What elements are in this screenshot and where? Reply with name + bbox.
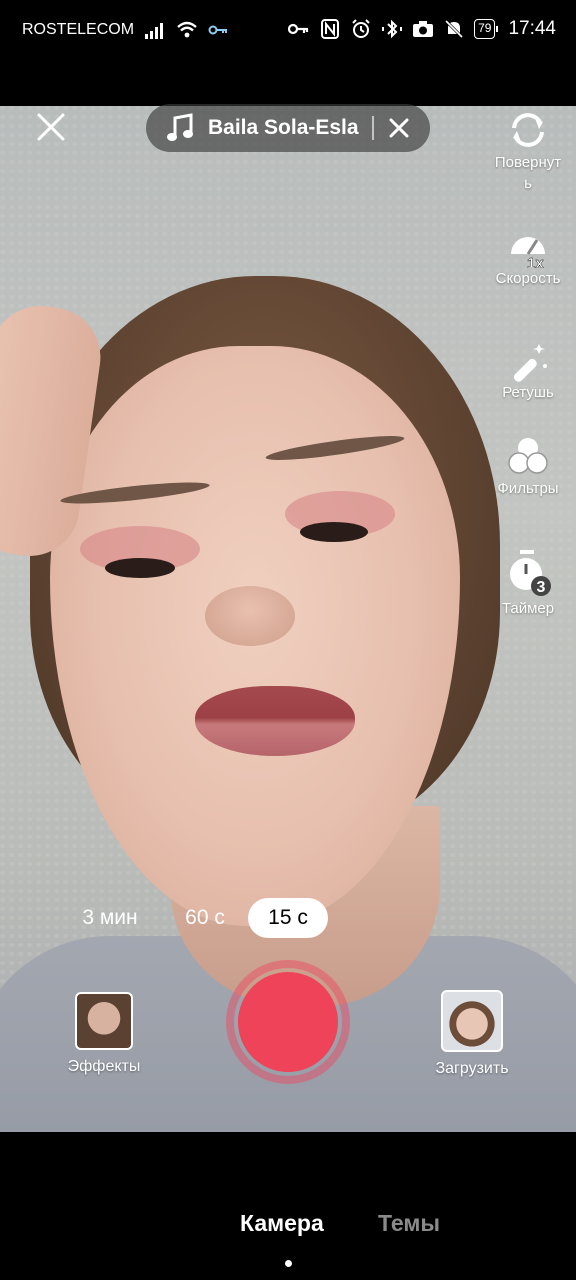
- timer-label: Таймер: [501, 600, 555, 617]
- subject-nose: [205, 586, 295, 646]
- close-icon[interactable]: [36, 112, 66, 142]
- status-time: 17:44: [508, 18, 556, 39]
- key-icon: [288, 23, 309, 35]
- upload-thumbnail: [441, 990, 503, 1052]
- timer-icon: 3: [510, 550, 551, 596]
- sound-divider: [372, 116, 374, 140]
- mute-bell-icon: [445, 19, 464, 39]
- left-eye: [105, 558, 175, 578]
- retouch-button[interactable]: Ретушь: [492, 340, 564, 403]
- subject-lips: [195, 686, 355, 756]
- vpn-key-icon: [208, 25, 228, 35]
- upload-label: Загрузить: [435, 1060, 509, 1077]
- tab-camera[interactable]: Камера: [240, 1210, 324, 1237]
- battery-indicator: 79: [474, 19, 499, 39]
- wifi-icon: [177, 21, 197, 38]
- flip-camera-button[interactable]: Повернуть: [492, 108, 564, 194]
- speed-label: Скорость: [495, 270, 561, 287]
- camera-status-icon: [413, 21, 434, 37]
- nfc-icon: [321, 19, 340, 39]
- effects-button[interactable]: Эффекты: [62, 992, 146, 1076]
- bottom-mode-bar: Камера Темы: [0, 1132, 576, 1280]
- filters-icon: [508, 438, 548, 474]
- duration-60s[interactable]: 60 с: [170, 898, 240, 938]
- flip-label: Повернуть: [494, 154, 562, 192]
- signal-icon: [145, 23, 164, 39]
- timer-badge: 3: [537, 579, 546, 596]
- magic-wand-icon: [513, 344, 547, 382]
- sound-title: Baila Sola-Esla: [208, 116, 359, 139]
- status-right: 79 17:44: [288, 18, 556, 40]
- remove-sound-icon[interactable]: [388, 117, 410, 139]
- active-tab-dot: [285, 1260, 292, 1267]
- timer-button[interactable]: 3 Таймер: [492, 548, 564, 619]
- speed-gauge-icon: 1x: [511, 237, 545, 268]
- speed-button[interactable]: 1x Скорость: [492, 224, 564, 289]
- retouch-label: Ретушь: [502, 384, 554, 401]
- alarm-icon: [352, 19, 370, 38]
- bluetooth-vibrate-icon: [382, 19, 403, 39]
- right-eye: [300, 522, 368, 542]
- duration-15s[interactable]: 15 с: [248, 898, 328, 938]
- effects-label: Эффекты: [67, 1058, 141, 1075]
- carrier-name: ROSTELECOM: [22, 21, 135, 38]
- flip-camera-icon: [512, 113, 544, 147]
- add-sound-pill[interactable]: Baila Sola-Esla: [146, 104, 430, 152]
- filters-label: Фильтры: [497, 480, 559, 497]
- filters-button[interactable]: Фильтры: [492, 434, 564, 499]
- tab-themes[interactable]: Темы: [378, 1210, 440, 1237]
- effects-thumbnail: [75, 992, 133, 1050]
- music-note-icon: [167, 113, 193, 141]
- record-button[interactable]: [238, 972, 338, 1072]
- speed-badge: 1x: [527, 255, 544, 268]
- status-bar: ROSTELECOM 79 17:44: [0, 0, 576, 64]
- upload-button[interactable]: Загрузить: [424, 990, 520, 1078]
- duration-3min[interactable]: 3 мин: [70, 898, 150, 938]
- status-left: ROSTELECOM: [22, 20, 230, 40]
